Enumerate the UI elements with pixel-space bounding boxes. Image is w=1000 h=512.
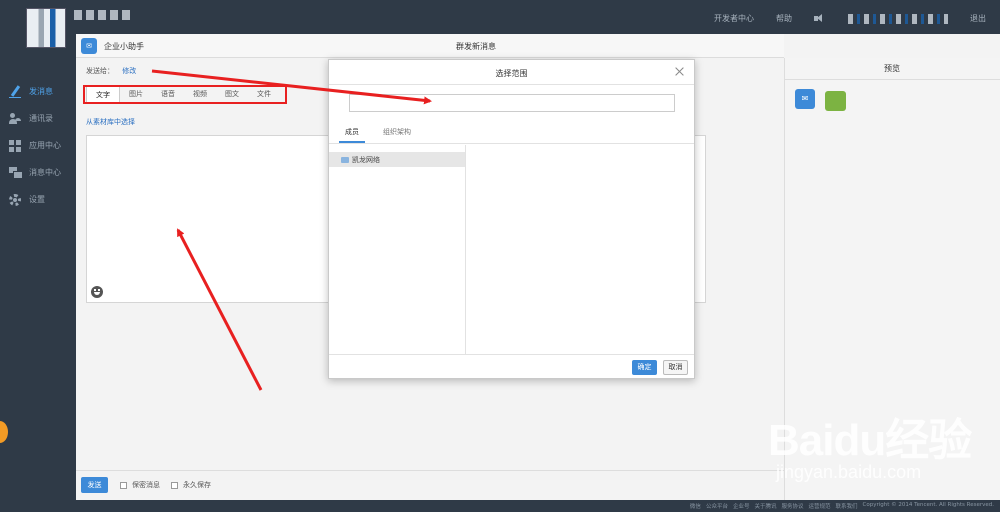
annotation-arrow-to-editor — [176, 228, 263, 391]
footer-link[interactable]: 运营规范 — [809, 502, 831, 510]
annotation-arrow-to-search — [151, 69, 432, 105]
footer-links: 微信 公众平台 企业号 关于腾讯 服务协议 运营规范 联系我们 Copyrigh… — [685, 502, 994, 510]
footer-link[interactable]: 关于腾讯 — [754, 502, 776, 510]
footer-link[interactable]: 服务协议 — [781, 502, 803, 510]
baidu-watermark: Baidu经验 jingyan.baidu.com — [768, 404, 1000, 500]
page-footer: 微信 公众平台 企业号 关于腾讯 服务协议 运营规范 联系我们 Copyrigh… — [0, 500, 1000, 512]
footer-link[interactable]: 微信 — [690, 502, 701, 510]
footer-link[interactable]: 企业号 — [733, 502, 750, 510]
watermark-brand: Baidu经验 — [768, 416, 972, 465]
footer-link[interactable]: 公众平台 — [706, 502, 728, 510]
watermark-url: jingyan.baidu.com — [776, 462, 922, 482]
footer-link[interactable]: 联系我们 — [836, 502, 858, 510]
copyright-text: Copyright © 2014 Tencent. All Rights Res… — [862, 502, 994, 508]
